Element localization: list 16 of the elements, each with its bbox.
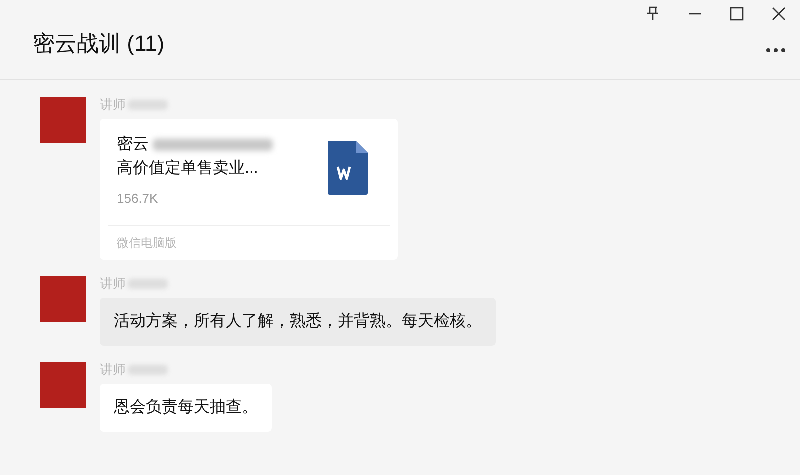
sender-name: 讲师 xyxy=(100,362,126,378)
pin-icon[interactable] xyxy=(646,6,660,22)
file-name: 密云 xyxy=(117,134,149,155)
sender-name: 讲师 xyxy=(100,97,126,113)
message-bubble: 恩会负责每天抽查。 xyxy=(100,384,272,432)
window-title: 密云战训 (11) xyxy=(33,30,165,58)
close-icon[interactable] xyxy=(772,7,786,21)
message-bubble: 活动方案，所有人了解，熟悉，并背熟。每天检核。 xyxy=(100,298,496,346)
file-size: 156.7K xyxy=(117,190,160,208)
more-icon[interactable] xyxy=(766,48,786,53)
sender-name: 讲师 xyxy=(100,276,126,292)
maximize-icon[interactable] xyxy=(730,7,744,21)
file-card[interactable]: 密云 高价值定单售卖业... 156.7K 微信电脑版 xyxy=(100,119,398,260)
source-label: 微信电脑版 xyxy=(117,236,177,250)
file-name: 高价值定单售卖业... xyxy=(117,158,258,179)
word-document-icon xyxy=(328,141,368,195)
